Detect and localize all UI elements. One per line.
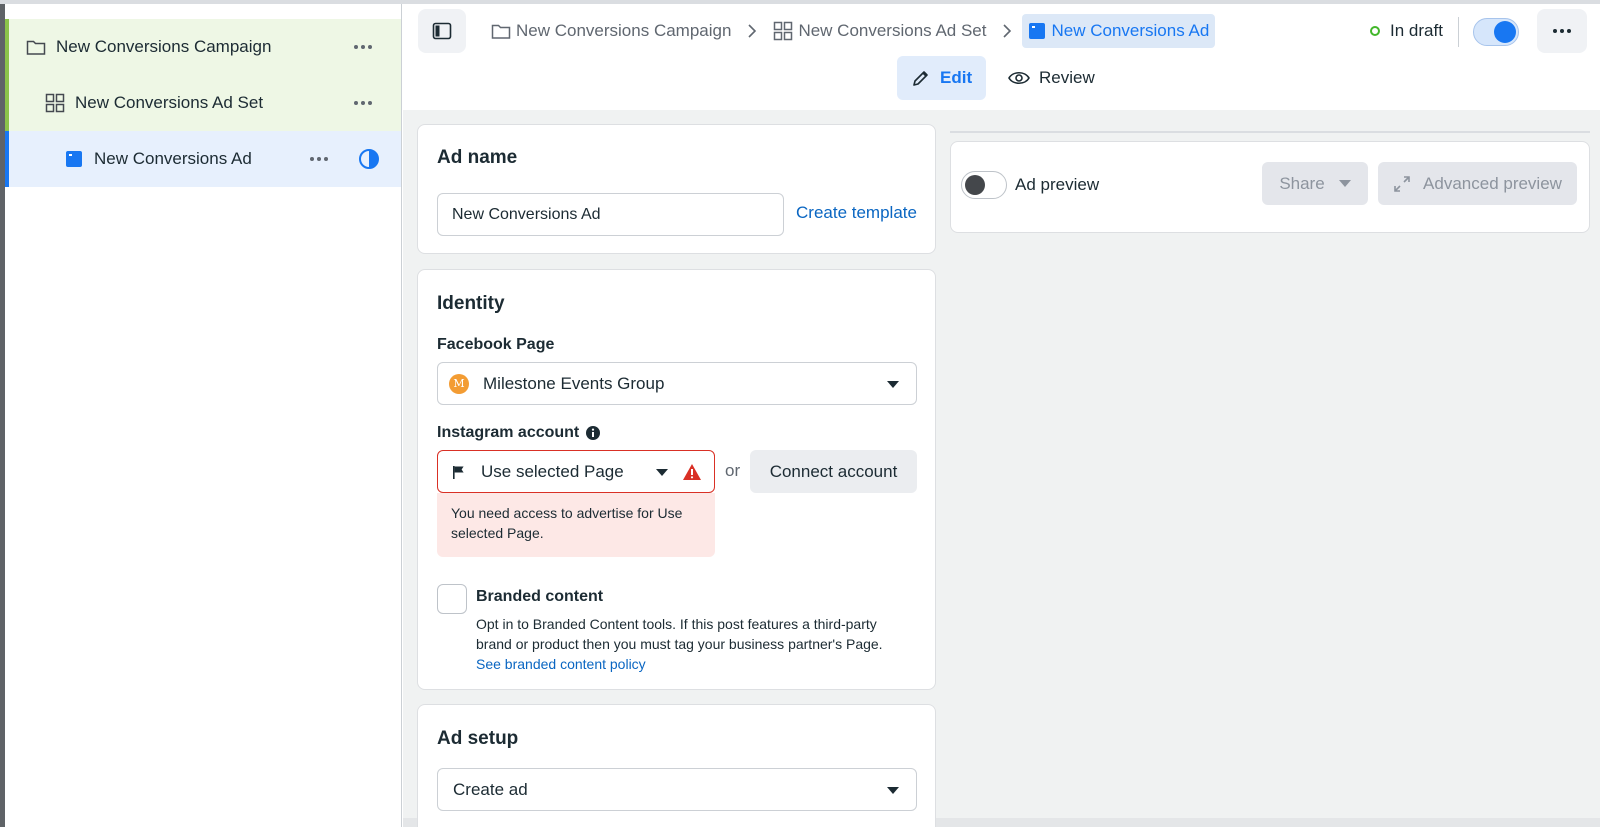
tab-edit[interactable]: Edit [897,56,987,100]
page-avatar: M [449,373,469,394]
branded-content-policy-link[interactable]: See branded content policy [476,654,646,674]
facebook-page-select[interactable]: M Milestone Events Group [437,362,917,405]
advanced-preview-label: Advanced preview [1423,173,1562,193]
ad-preview-toggle[interactable] [961,171,1007,199]
facebook-page-value: Milestone Events Group [483,373,665,393]
ad-enabled-toggle[interactable] [1473,18,1519,46]
advanced-preview-button[interactable]: Advanced preview [1378,162,1577,205]
expand-icon [1394,175,1410,192]
toggle-knob [965,175,985,195]
instagram-error-message: You need access to advertise for Use sel… [437,493,715,557]
instagram-account-value: Use selected Page [481,461,624,481]
status-text: In draft [1390,21,1443,40]
breadcrumb-label: New Conversions Ad Set [798,21,987,40]
more-options-icon[interactable] [349,35,377,59]
identity-card: Identity Facebook Page M Milestone Event… [417,269,936,690]
flag-icon [453,465,464,479]
connect-account-button[interactable]: Connect account [750,450,917,493]
tab-label: Review [1039,68,1095,87]
instagram-account-select[interactable]: Use selected Page [437,450,715,493]
branded-content-title: Branded content [476,588,604,605]
more-options-icon[interactable] [305,147,333,171]
share-button[interactable]: Share [1262,162,1368,205]
ad-setup-select[interactable]: Create ad [437,768,917,811]
sidebar-item-adset[interactable]: New Conversions Ad Set [5,75,401,131]
half-circle-status-icon[interactable] [358,148,380,170]
more-options-icon[interactable] [349,91,377,115]
breadcrumb: New Conversions Campaign New Conversions… [485,14,1216,48]
ad-preview-label: Ad preview [1015,175,1100,194]
breadcrumb-ad[interactable]: New Conversions Ad [1022,14,1216,48]
warning-icon [683,464,701,480]
caret-down-icon [887,787,899,794]
ad-name-card: Ad name New Conversions Ad Create templa… [417,124,936,254]
sidebar-item-campaign[interactable]: New Conversions Campaign [5,19,401,75]
ad-preview-card: Ad preview Share Advanced preview [950,141,1590,233]
ad-setup-value: Create ad [453,779,528,799]
ad-icon [62,147,86,171]
breadcrumb-label: New Conversions Campaign [516,21,732,40]
more-options-icon [1553,29,1571,33]
card-title: Identity [437,293,505,314]
ad-icon [1029,23,1046,39]
or-text: or [725,461,741,480]
grid-icon [43,91,67,115]
facebook-page-label: Facebook Page [437,336,555,353]
top-bar: New Conversions Campaign New Conversions… [403,4,1600,110]
instagram-label-text: Instagram account [437,424,580,441]
chevron-right-icon [747,24,757,38]
folder-icon [491,24,511,39]
divider [1458,17,1459,47]
toggle-knob [1494,21,1516,43]
more-actions-button[interactable] [1537,9,1587,53]
tab-label: Edit [940,68,973,87]
breadcrumb-adset[interactable]: New Conversions Ad Set [767,14,992,48]
grid-icon [774,21,793,41]
caret-down-icon [656,469,668,476]
branded-content-checkbox[interactable] [437,584,467,614]
chevron-right-icon [1002,24,1012,38]
sidebar-item-ad[interactable]: New Conversions Ad [5,131,401,187]
breadcrumb-campaign[interactable]: New Conversions Campaign [485,14,737,48]
instagram-account-label: Instagram account [437,424,601,442]
caret-down-icon [887,381,899,388]
sidebar-item-label: New Conversions Campaign [56,37,272,56]
sidebar-panel-icon [432,22,452,40]
ad-name-input[interactable]: New Conversions Ad [437,193,784,236]
preview-divider [950,131,1590,133]
branded-content-description-2: brand or product then you must tag your … [476,636,883,652]
info-icon[interactable] [585,425,601,441]
pencil-icon [913,71,928,86]
sidebar-item-label: New Conversions Ad [94,149,252,168]
sidebar-toggle-button[interactable] [418,9,466,53]
status-indicator: In draft [1370,14,1443,48]
tab-review[interactable]: Review [994,56,1109,100]
branded-content-description-1: Opt in to Branded Content tools. If this… [476,616,877,632]
create-template-link[interactable]: Create template [796,203,917,223]
share-button-label: Share [1279,173,1325,193]
card-title: Ad setup [437,728,519,749]
caret-down-icon [1338,180,1351,187]
status-dot-icon [1370,26,1380,36]
eye-icon [1008,71,1030,85]
ad-setup-card: Ad setup Create ad [417,704,936,827]
card-title: Ad name [437,147,518,168]
folder-icon [24,35,48,59]
sidebar-item-label: New Conversions Ad Set [75,93,264,112]
breadcrumb-label: New Conversions Ad [1051,21,1210,40]
